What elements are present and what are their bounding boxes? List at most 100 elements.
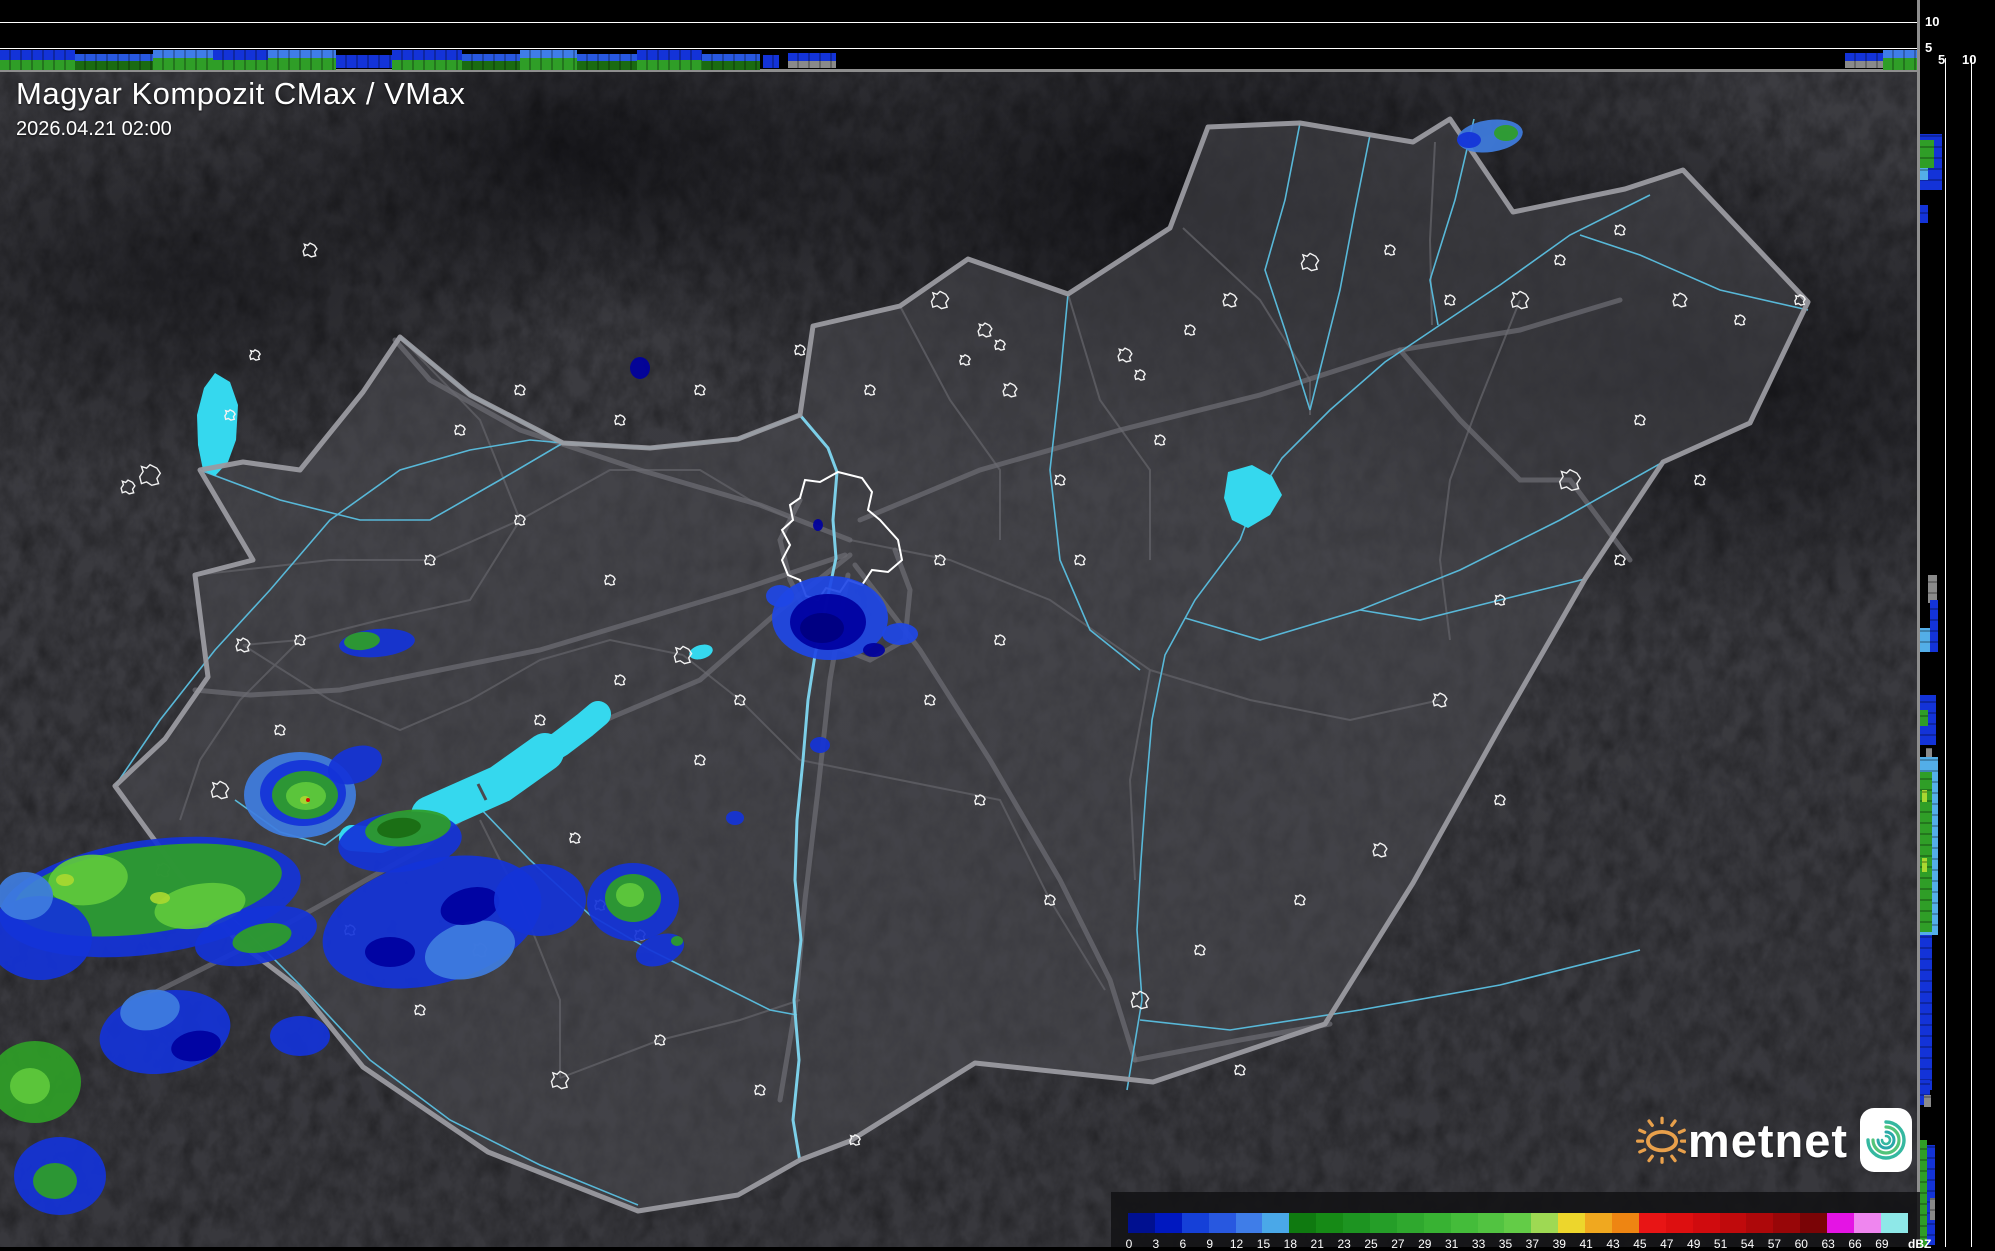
dbz-scale-cell: 27 [1391,1213,1424,1251]
top-panel-echo [520,50,577,58]
dbz-scale-cell: 29 [1418,1213,1451,1251]
top-panel-echo [637,60,702,70]
top-panel-echo [392,60,462,70]
dbz-scale-label: 60 [1794,1237,1808,1251]
dbz-scale-cell: 21 [1311,1213,1344,1251]
top-panel-echo [75,61,153,70]
dbz-scale-panel: 0 3 6 9 12 15 18 21 23 25 27 29 31 33 35 37 39 41 43 45 47 49… [1111,1192,1931,1251]
dbz-scale-cell: 25 [1364,1213,1397,1251]
height-gridline-10km [0,22,1920,23]
radar-echo [150,892,170,904]
dbz-scale-cell: 15 [1257,1213,1290,1251]
dbz-scale-cell: 47 [1660,1213,1693,1251]
right-cross-section-panel [1917,0,1995,1247]
top-panel-echo [336,55,392,68]
dbz-scale-label: 47 [1660,1237,1674,1251]
right-panel-echo [1928,575,1937,603]
right-panel-echo [1922,790,1927,802]
timestamp: 2026.04.21 02:00 [16,118,172,140]
dbz-scale-cell: 0 [1126,1213,1155,1251]
dbz-scale-cell: 18 [1284,1213,1317,1251]
dbz-scale-label: 57 [1767,1237,1782,1251]
top-panel-echo [788,60,836,68]
right-panel-echo [1924,1095,1931,1107]
top-panel-echo [788,53,836,61]
top-panel-echo [462,61,520,70]
dbz-scale-label: 63 [1821,1237,1835,1251]
dbz-scale-cell: 6 [1179,1213,1209,1251]
top-panel-echo [268,50,336,58]
right-panel-echo [1920,935,1932,1090]
dbz-scale-cell: 9 [1206,1213,1236,1251]
dbz-scale-label: 37 [1525,1237,1540,1251]
dbz-scale-cell: 66 [1848,1213,1881,1251]
dbz-scale-label: 6 [1179,1237,1187,1251]
top-panel-echo [153,50,213,58]
dbz-scale-label: 41 [1579,1237,1593,1251]
dbz-scale-cell: 23 [1337,1213,1371,1251]
radar-echo [494,864,586,936]
dbz-scale-label: 43 [1606,1237,1620,1251]
dbz-scale-cell: 43 [1606,1213,1639,1251]
right-panel-echo [1920,140,1934,168]
dbz-scale-label: 33 [1471,1237,1486,1251]
dbz-scale-label: 15 [1256,1237,1271,1251]
radar-echo [1494,125,1518,141]
radar-echo [33,1163,77,1199]
dbz-scale-cell: 39 [1553,1213,1586,1251]
dbz-scale-cell: 54 [1741,1213,1774,1251]
radar-echo [766,585,794,607]
dbz-scale-label: 12 [1229,1237,1244,1251]
right-panel-echo [1927,1145,1935,1245]
dbz-scale-cell: 41 [1579,1213,1613,1251]
right-panel-echo [1930,600,1938,652]
radar-echo [1457,132,1481,148]
dbz-scale-label: 35 [1498,1237,1513,1251]
radar-echo [630,357,650,379]
top-panel-echo [153,56,213,70]
right-panel-echo [1922,858,1927,872]
dbz-scale-label: 69 [1875,1237,1889,1251]
right-axis-label-5: 5 [1938,52,1946,67]
radar-echo [616,883,644,907]
dbz-scale-cell: 31 [1445,1213,1478,1251]
dbz-scale-cell: 12 [1230,1213,1263,1251]
dbz-scale-cell: 45 [1633,1213,1666,1251]
dbz-scale-cell: 63 [1821,1213,1855,1251]
page-title: Magyar Kompozit CMax / VMax [16,76,466,111]
title-block: Magyar Kompozit CMax / VMax 2026.04.21 0… [16,76,465,141]
dbz-scale-label: 0 [1125,1237,1133,1251]
dbz-scale-label: 29 [1418,1237,1432,1251]
metnet-logo: metnet [1636,1098,1912,1182]
hungary-radar-map [0,72,1920,1247]
radar-echo [800,613,844,643]
right-panel-echo [1920,205,1928,223]
dbz-scale-label: 21 [1310,1237,1324,1251]
dbz-scale-label: 27 [1391,1237,1405,1251]
radar-echo [56,874,74,886]
top-panel-echo [520,56,577,70]
radar-echo [365,937,415,967]
spiral-icon [1866,1120,1906,1160]
radar-echo [882,623,918,645]
radar-echo [810,737,830,753]
height-gridline-5km-vertical [1945,58,1946,1247]
dbz-scale-cell: 51 [1714,1213,1747,1251]
top-cross-section-panel [0,0,1920,72]
height-gridline-5km [0,48,1920,49]
height-gridline-10km-vertical [1971,58,1972,1247]
dbz-scale-label: 18 [1283,1237,1298,1251]
radar-map-viewport[interactable] [0,0,1920,1247]
sun-icon [1636,1116,1686,1164]
top-panel-echo [0,60,75,70]
top-panel-echo [702,61,760,70]
dbz-scale-label: 49 [1687,1237,1701,1251]
right-panel-echo [1920,168,1928,180]
top-panel-echo [1883,50,1917,58]
right-panel-echo [1920,1140,1927,1247]
dbz-scale-label: 39 [1552,1237,1566,1251]
dbz-scale-label: 31 [1445,1237,1459,1251]
radar-echo [726,811,744,825]
dbz-scale-label: 23 [1337,1237,1351,1251]
top-panel-echo [763,55,779,68]
